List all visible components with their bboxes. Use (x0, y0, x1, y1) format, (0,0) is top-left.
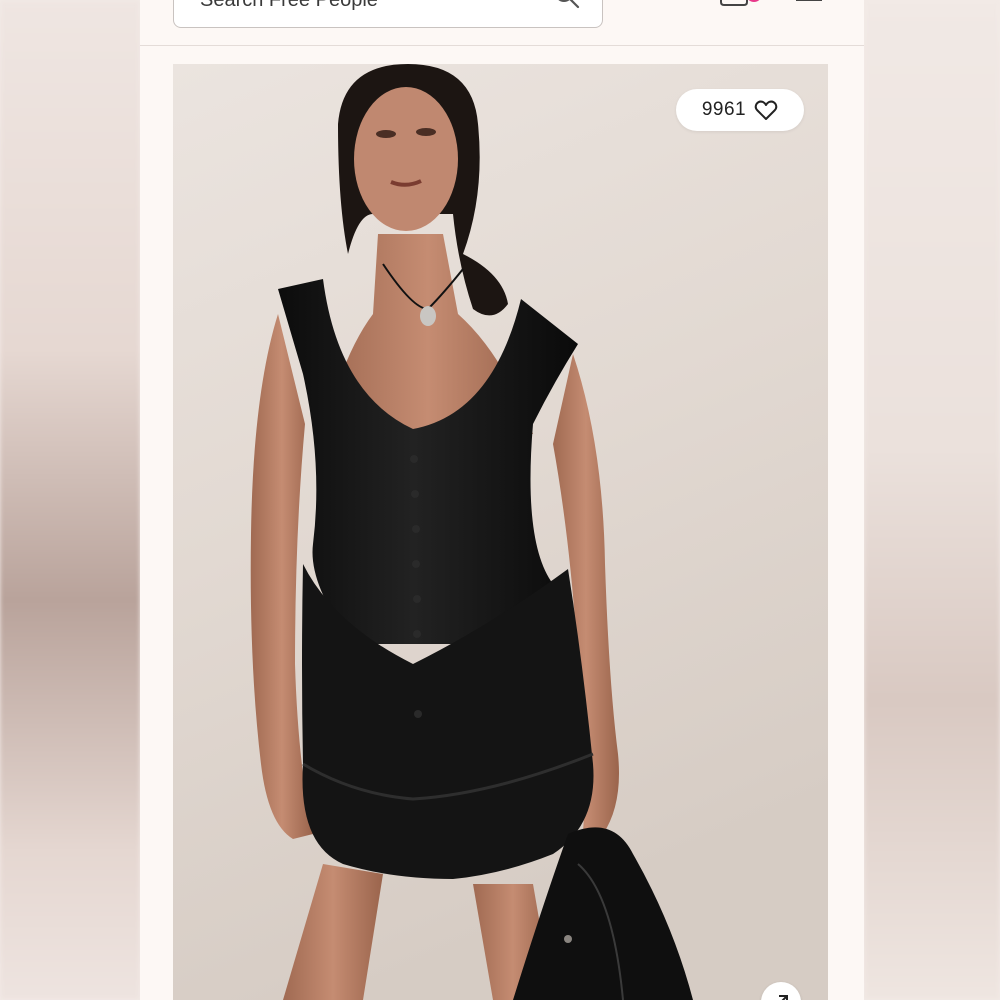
arrow-up-right-icon (779, 995, 788, 1000)
app-screen: Search Free People 9961 (140, 0, 864, 1000)
menu-icon[interactable] (794, 0, 824, 8)
search-icon[interactable] (552, 0, 582, 11)
bag-icon[interactable] (718, 0, 764, 10)
like-count: 9961 (701, 99, 747, 120)
expand-photo-button[interactable] (761, 982, 801, 1000)
search-placeholder: Search Free People (200, 0, 378, 11)
like-button[interactable]: 9961 (676, 89, 804, 131)
product-photo[interactable]: 9961 (173, 64, 828, 1000)
top-header: Search Free People (140, 0, 864, 46)
heart-icon (754, 100, 778, 120)
backdrop-right (864, 0, 1000, 1000)
account-icon[interactable] (646, 0, 672, 8)
backdrop-left (0, 0, 140, 1000)
model-in-black-dress-image (173, 64, 828, 1000)
search-input[interactable]: Search Free People (173, 0, 603, 28)
